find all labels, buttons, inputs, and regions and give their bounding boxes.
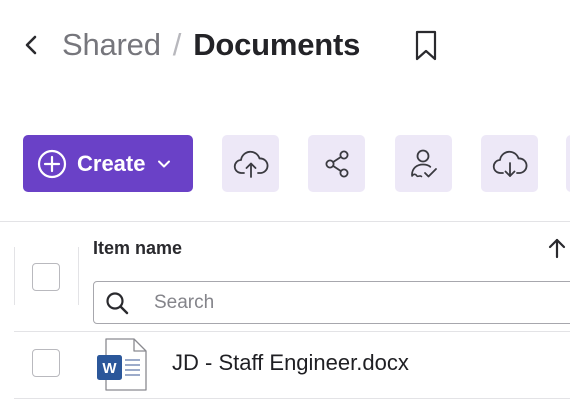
breadcrumb-separator: / [172, 27, 182, 62]
sign-icon [410, 149, 437, 177]
breadcrumb-parent-link[interactable]: Shared [62, 27, 161, 63]
select-all-checkbox[interactable] [32, 263, 60, 291]
more-actions-button[interactable] [566, 135, 570, 192]
page-title: Documents [193, 27, 361, 62]
create-button-label: Create [77, 150, 146, 176]
download-cloud-icon [492, 150, 527, 177]
share-button[interactable] [308, 135, 365, 192]
create-button[interactable]: Create [23, 135, 193, 192]
svg-text:W: W [102, 360, 117, 377]
search-icon [106, 291, 129, 314]
file-name-link[interactable]: JD - Staff Engineer.docx [172, 350, 409, 376]
table-row[interactable]: W JD - Staff Engineer.docx [0, 332, 570, 398]
bookmark-icon [415, 30, 437, 61]
column-divider [14, 247, 15, 305]
documents-page: Shared / Documents Create Item name Sear… [0, 0, 570, 406]
share-icon [325, 150, 348, 177]
download-button[interactable] [481, 135, 538, 192]
request-signature-button[interactable] [395, 135, 452, 192]
back-button[interactable] [16, 30, 46, 60]
sort-button[interactable] [544, 235, 570, 261]
word-document-icon: W [97, 338, 147, 391]
bookmark-button[interactable] [410, 28, 442, 64]
toolbar: Create [0, 135, 570, 192]
upload-button[interactable] [222, 135, 279, 192]
column-divider [78, 247, 79, 305]
chevron-left-icon [25, 35, 37, 55]
table-top-divider [0, 221, 570, 222]
search-input[interactable] [154, 291, 534, 314]
search-field[interactable] [93, 281, 570, 324]
upload-cloud-icon [233, 150, 268, 178]
row-divider [14, 398, 570, 399]
breadcrumb: Shared / Documents [62, 24, 360, 66]
plus-circle-icon [37, 149, 67, 178]
column-header-item-name[interactable]: Item name [93, 238, 182, 259]
arrow-up-icon [548, 238, 566, 259]
row-checkbox[interactable] [32, 349, 60, 377]
chevron-down-icon [158, 160, 171, 167]
page-header: Shared / Documents [0, 0, 570, 90]
